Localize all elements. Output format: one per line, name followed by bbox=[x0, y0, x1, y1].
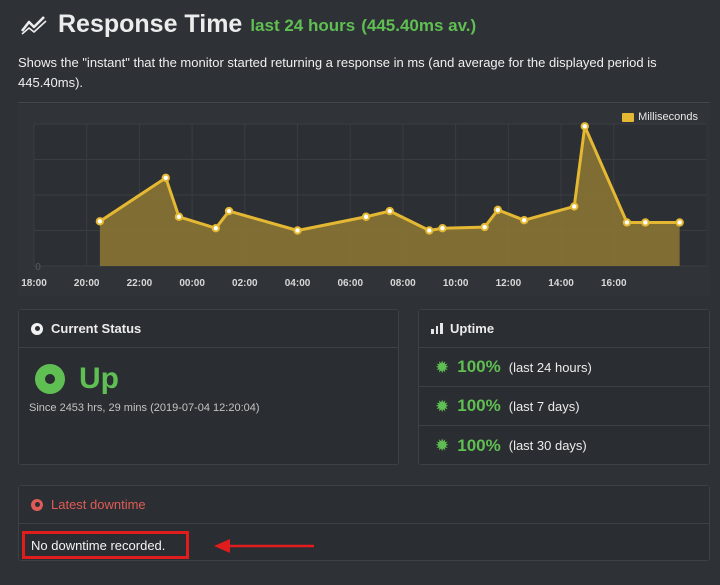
x-tick-label: 10:00 bbox=[443, 278, 469, 289]
uptime-row: ✹ 100% (last 24 hours) bbox=[419, 348, 709, 387]
x-tick-label: 16:00 bbox=[601, 278, 627, 289]
data-point bbox=[480, 222, 489, 232]
current-status-header: Current Status bbox=[19, 310, 398, 348]
period-label: last 24 hours bbox=[250, 16, 356, 35]
x-tick-label: 18:00 bbox=[21, 278, 47, 289]
data-point bbox=[385, 206, 394, 216]
badge-icon: ✹ bbox=[435, 436, 450, 455]
data-point bbox=[361, 212, 371, 221]
chart-description: Shows the "instant" that the monitor sta… bbox=[18, 55, 657, 90]
y-tick-label: 0 bbox=[35, 262, 41, 273]
page-header: Response Time last 24 hours (445.40ms av.… bbox=[20, 8, 482, 40]
latest-downtime-panel: Latest downtime No downtime recorded. bbox=[18, 485, 710, 561]
data-point bbox=[425, 226, 434, 235]
data-point bbox=[622, 218, 632, 227]
badge-icon: ✹ bbox=[435, 357, 450, 377]
x-tick-label: 22:00 bbox=[127, 278, 153, 289]
latest-downtime-title: Latest downtime bbox=[51, 497, 146, 512]
x-tick-label: 08:00 bbox=[390, 278, 416, 289]
uptime-period: (last 7 days) bbox=[508, 398, 580, 414]
uptime-title: Uptime bbox=[450, 321, 495, 336]
annotation-arrow-icon bbox=[214, 539, 314, 553]
data-point bbox=[211, 224, 221, 233]
status-state-label: Up bbox=[79, 362, 119, 395]
data-point bbox=[519, 215, 529, 225]
response-time-chart: 18:00 20:00 22:00 00:00 02:00 04:00 06:00 08:00… bbox=[18, 104, 710, 296]
uptime-period: (last 30 days) bbox=[508, 438, 587, 453]
data-point bbox=[580, 122, 589, 131]
page-subtitle: last 24 hours (445.40ms av.) bbox=[250, 16, 482, 36]
divider bbox=[18, 102, 710, 103]
x-tick-label: 00:00 bbox=[179, 278, 205, 289]
latest-downtime-header: Latest downtime bbox=[19, 486, 709, 524]
current-status-panel: Current Status Up Since 2453 hrs, 29 min… bbox=[18, 309, 399, 465]
uptime-value: 100% bbox=[457, 357, 501, 376]
uptime-value: 100% bbox=[457, 396, 501, 415]
status-since: Since 2453 hrs, 29 mins (2019-07-04 12:2… bbox=[29, 402, 260, 414]
uptime-header: Uptime bbox=[419, 310, 709, 348]
status-state: Up bbox=[35, 362, 119, 396]
x-tick-label: 12:00 bbox=[496, 278, 522, 289]
page-title: Response Time bbox=[58, 9, 243, 38]
bar-chart-icon bbox=[431, 323, 443, 334]
status-circle-icon bbox=[31, 322, 43, 335]
chart-canvas: 18:00 20:00 22:00 00:00 02:00 04:00 06:00 08:00… bbox=[21, 122, 706, 289]
x-tick-label: 04:00 bbox=[285, 278, 311, 289]
data-point bbox=[438, 224, 447, 233]
data-point bbox=[174, 212, 184, 221]
uptime-panel: Uptime ✹ 100% (last 24 hours) ✹ 100% (la… bbox=[418, 309, 710, 465]
badge-icon: ✹ bbox=[435, 396, 450, 416]
data-point bbox=[493, 205, 503, 215]
uptime-period: (last 24 hours) bbox=[508, 359, 592, 375]
data-point bbox=[95, 217, 105, 226]
data-point bbox=[641, 218, 650, 227]
uptime-row: ✹ 100% (last 7 days) bbox=[419, 387, 709, 426]
current-status-title: Current Status bbox=[51, 321, 142, 336]
up-circle-icon bbox=[35, 364, 65, 394]
data-point bbox=[675, 218, 684, 227]
x-tick-label: 14:00 bbox=[548, 278, 574, 289]
uptime-value: 100% bbox=[457, 435, 501, 455]
data-point bbox=[161, 173, 170, 183]
trend-chart-icon bbox=[20, 16, 47, 35]
no-downtime-message: No downtime recorded. bbox=[22, 531, 189, 559]
legend-label: Milliseconds bbox=[638, 111, 698, 123]
chart-legend: Milliseconds bbox=[622, 111, 698, 123]
data-point bbox=[224, 206, 234, 216]
x-tick-label: 06:00 bbox=[337, 278, 363, 289]
data-point bbox=[293, 226, 302, 235]
x-tick-label: 20:00 bbox=[74, 278, 100, 289]
data-point bbox=[570, 202, 579, 211]
legend-swatch bbox=[622, 112, 635, 122]
x-tick-label: 02:00 bbox=[232, 278, 258, 289]
average-label: (445.40ms av.) bbox=[361, 16, 477, 35]
uptime-row: ✹ 100% (last 30 days) bbox=[419, 426, 709, 465]
downtime-circle-icon bbox=[31, 498, 43, 511]
